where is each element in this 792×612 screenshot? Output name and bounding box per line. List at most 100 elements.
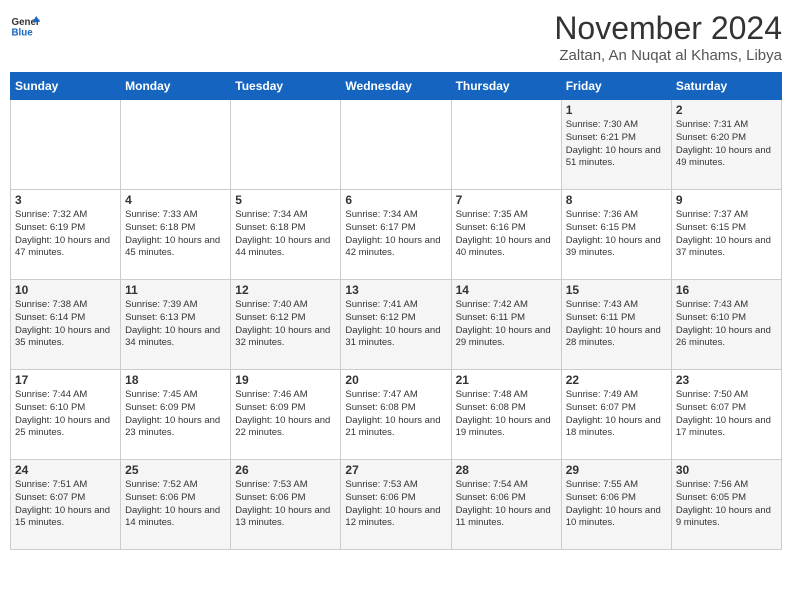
- cell-content: Sunrise: 7:50 AM Sunset: 6:07 PM Dayligh…: [676, 389, 777, 440]
- day-number: 15: [566, 283, 667, 297]
- week-row-4: 17 Sunrise: 7:44 AM Sunset: 6:10 PM Dayli…: [11, 370, 782, 460]
- calendar-cell: 15 Sunrise: 7:43 AM Sunset: 6:11 PM Dayli…: [561, 280, 671, 370]
- calendar-cell: 11 Sunrise: 7:39 AM Sunset: 6:13 PM Dayli…: [121, 280, 231, 370]
- calendar-cell: 5 Sunrise: 7:34 AM Sunset: 6:18 PM Daylig…: [231, 190, 341, 280]
- calendar-cell: 9 Sunrise: 7:37 AM Sunset: 6:15 PM Daylig…: [671, 190, 781, 280]
- location: Zaltan, An Nuqat al Khams, Libya: [554, 47, 782, 64]
- week-row-5: 24 Sunrise: 7:51 AM Sunset: 6:07 PM Dayli…: [11, 460, 782, 550]
- calendar-cell: 2Sunrise: 7:31 AM Sunset: 6:20 PM Daylig…: [671, 100, 781, 190]
- day-number: 25: [125, 463, 226, 477]
- day-number: 6: [345, 193, 446, 207]
- cell-content: Sunrise: 7:34 AM Sunset: 6:18 PM Dayligh…: [235, 209, 336, 260]
- calendar-cell: 8 Sunrise: 7:36 AM Sunset: 6:15 PM Daylig…: [561, 190, 671, 280]
- cell-content: Sunrise: 7:39 AM Sunset: 6:13 PM Dayligh…: [125, 299, 226, 350]
- cell-content: Sunrise: 7:32 AM Sunset: 6:19 PM Dayligh…: [15, 209, 116, 260]
- cell-content: Sunrise: 7:37 AM Sunset: 6:15 PM Dayligh…: [676, 209, 777, 260]
- calendar-cell: 14 Sunrise: 7:42 AM Sunset: 6:11 PM Dayli…: [451, 280, 561, 370]
- cell-content: Sunrise: 7:35 AM Sunset: 6:16 PM Dayligh…: [456, 209, 557, 260]
- day-number: 3: [15, 193, 116, 207]
- day-number: 9: [676, 193, 777, 207]
- calendar-cell: 28 Sunrise: 7:54 AM Sunset: 6:06 PM Dayli…: [451, 460, 561, 550]
- cell-content: Sunrise: 7:55 AM Sunset: 6:06 PM Dayligh…: [566, 479, 667, 530]
- calendar-cell: 25 Sunrise: 7:52 AM Sunset: 6:06 PM Dayli…: [121, 460, 231, 550]
- calendar-cell: [231, 100, 341, 190]
- day-number: 24: [15, 463, 116, 477]
- week-row-3: 10Sunrise: 7:38 AM Sunset: 6:14 PM Dayli…: [11, 280, 782, 370]
- day-number: 18: [125, 373, 226, 387]
- day-number: 1: [566, 103, 667, 117]
- calendar-cell: 7 Sunrise: 7:35 AM Sunset: 6:16 PM Daylig…: [451, 190, 561, 280]
- cell-content: Sunrise: 7:41 AM Sunset: 6:12 PM Dayligh…: [345, 299, 446, 350]
- cell-content: Sunrise: 7:53 AM Sunset: 6:06 PM Dayligh…: [345, 479, 446, 530]
- calendar-cell: 17 Sunrise: 7:44 AM Sunset: 6:10 PM Dayli…: [11, 370, 121, 460]
- calendar-cell: 19Sunrise: 7:46 AM Sunset: 6:09 PM Dayli…: [231, 370, 341, 460]
- calendar-cell: 29Sunrise: 7:55 AM Sunset: 6:06 PM Dayli…: [561, 460, 671, 550]
- calendar-cell: 27Sunrise: 7:53 AM Sunset: 6:06 PM Dayli…: [341, 460, 451, 550]
- day-number: 13: [345, 283, 446, 297]
- day-number: 30: [676, 463, 777, 477]
- day-number: 8: [566, 193, 667, 207]
- day-header-tuesday: Tuesday: [231, 73, 341, 100]
- day-header-thursday: Thursday: [451, 73, 561, 100]
- day-header-friday: Friday: [561, 73, 671, 100]
- day-number: 5: [235, 193, 336, 207]
- calendar-cell: 21Sunrise: 7:48 AM Sunset: 6:08 PM Dayli…: [451, 370, 561, 460]
- calendar-header-row: SundayMondayTuesdayWednesdayThursdayFrid…: [11, 73, 782, 100]
- day-number: 17: [15, 373, 116, 387]
- logo-icon: General Blue: [10, 10, 40, 40]
- cell-content: Sunrise: 7:34 AM Sunset: 6:17 PM Dayligh…: [345, 209, 446, 260]
- day-number: 20: [345, 373, 446, 387]
- logo: General Blue: [10, 10, 40, 40]
- calendar-cell: 6 Sunrise: 7:34 AM Sunset: 6:17 PM Daylig…: [341, 190, 451, 280]
- cell-content: Sunrise: 7:44 AM Sunset: 6:10 PM Dayligh…: [15, 389, 116, 440]
- cell-content: Sunrise: 7:43 AM Sunset: 6:10 PM Dayligh…: [676, 299, 777, 350]
- day-number: 12: [235, 283, 336, 297]
- calendar-cell: 10Sunrise: 7:38 AM Sunset: 6:14 PM Dayli…: [11, 280, 121, 370]
- cell-content: Sunrise: 7:33 AM Sunset: 6:18 PM Dayligh…: [125, 209, 226, 260]
- month-year: November 2024: [554, 10, 782, 47]
- day-number: 26: [235, 463, 336, 477]
- day-number: 28: [456, 463, 557, 477]
- calendar-cell: 16 Sunrise: 7:43 AM Sunset: 6:10 PM Dayli…: [671, 280, 781, 370]
- day-header-monday: Monday: [121, 73, 231, 100]
- day-number: 7: [456, 193, 557, 207]
- cell-content: Sunrise: 7:47 AM Sunset: 6:08 PM Dayligh…: [345, 389, 446, 440]
- day-number: 21: [456, 373, 557, 387]
- calendar-cell: 20 Sunrise: 7:47 AM Sunset: 6:08 PM Dayli…: [341, 370, 451, 460]
- day-number: 22: [566, 373, 667, 387]
- cell-content: Sunrise: 7:43 AM Sunset: 6:11 PM Dayligh…: [566, 299, 667, 350]
- cell-content: Sunrise: 7:51 AM Sunset: 6:07 PM Dayligh…: [15, 479, 116, 530]
- calendar-cell: 18 Sunrise: 7:45 AM Sunset: 6:09 PM Dayli…: [121, 370, 231, 460]
- cell-content: Sunrise: 7:45 AM Sunset: 6:09 PM Dayligh…: [125, 389, 226, 440]
- cell-content: Sunrise: 7:42 AM Sunset: 6:11 PM Dayligh…: [456, 299, 557, 350]
- day-number: 11: [125, 283, 226, 297]
- calendar-cell: [11, 100, 121, 190]
- day-number: 14: [456, 283, 557, 297]
- calendar-cell: 26 Sunrise: 7:53 AM Sunset: 6:06 PM Dayli…: [231, 460, 341, 550]
- svg-text:Blue: Blue: [12, 28, 34, 39]
- day-header-saturday: Saturday: [671, 73, 781, 100]
- cell-content: Sunrise: 7:52 AM Sunset: 6:06 PM Dayligh…: [125, 479, 226, 530]
- day-header-sunday: Sunday: [11, 73, 121, 100]
- cell-content: Sunrise: 7:36 AM Sunset: 6:15 PM Dayligh…: [566, 209, 667, 260]
- cell-content: Sunrise: 7:40 AM Sunset: 6:12 PM Dayligh…: [235, 299, 336, 350]
- calendar-cell: [121, 100, 231, 190]
- cell-content: Sunrise: 7:54 AM Sunset: 6:06 PM Dayligh…: [456, 479, 557, 530]
- calendar-cell: 24 Sunrise: 7:51 AM Sunset: 6:07 PM Dayli…: [11, 460, 121, 550]
- calendar-cell: 13 Sunrise: 7:41 AM Sunset: 6:12 PM Dayli…: [341, 280, 451, 370]
- cell-content: Sunrise: 7:53 AM Sunset: 6:06 PM Dayligh…: [235, 479, 336, 530]
- cell-content: Sunrise: 7:30 AM Sunset: 6:21 PM Dayligh…: [566, 119, 667, 170]
- week-row-1: 1 Sunrise: 7:30 AM Sunset: 6:21 PM Daylig…: [11, 100, 782, 190]
- day-header-wednesday: Wednesday: [341, 73, 451, 100]
- title-block: November 2024 Zaltan, An Nuqat al Khams,…: [554, 10, 782, 64]
- page-header: General Blue November 2024 Zaltan, An Nu…: [10, 10, 782, 64]
- day-number: 2: [676, 103, 777, 117]
- cell-content: Sunrise: 7:56 AM Sunset: 6:05 PM Dayligh…: [676, 479, 777, 530]
- calendar-cell: 23 Sunrise: 7:50 AM Sunset: 6:07 PM Dayli…: [671, 370, 781, 460]
- day-number: 16: [676, 283, 777, 297]
- day-number: 23: [676, 373, 777, 387]
- calendar-cell: 12 Sunrise: 7:40 AM Sunset: 6:12 PM Dayli…: [231, 280, 341, 370]
- calendar-cell: 4Sunrise: 7:33 AM Sunset: 6:18 PM Daylig…: [121, 190, 231, 280]
- week-row-2: 3 Sunrise: 7:32 AM Sunset: 6:19 PM Daylig…: [11, 190, 782, 280]
- calendar-cell: 22Sunrise: 7:49 AM Sunset: 6:07 PM Dayli…: [561, 370, 671, 460]
